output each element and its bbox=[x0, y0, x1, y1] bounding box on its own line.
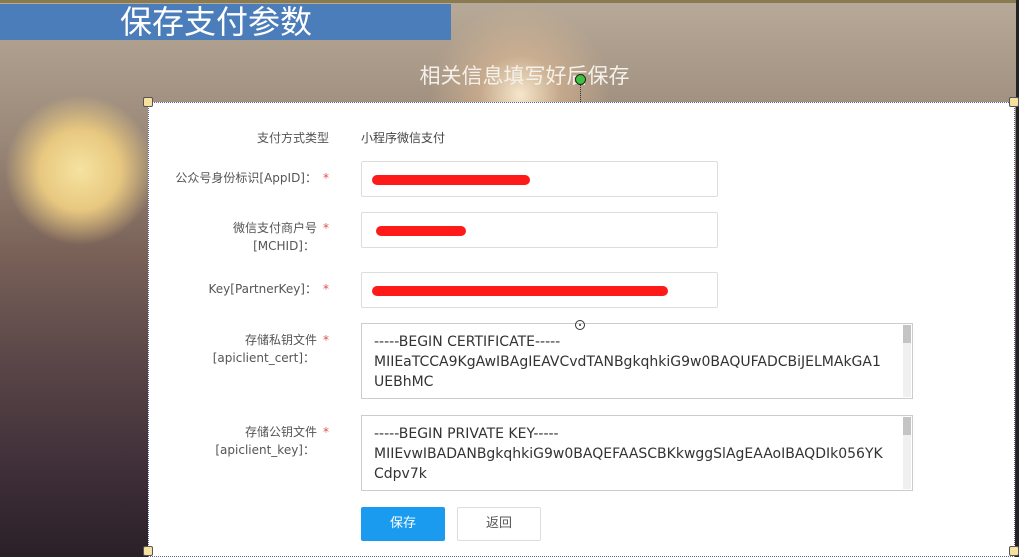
required-mark: * bbox=[323, 425, 329, 439]
back-button[interactable]: 返回 bbox=[457, 507, 541, 541]
cert-line-2: MIIEaTCCA9KgAwIBAgIEAVCvdTANBgkqhkiG9w0B… bbox=[374, 354, 881, 370]
key-label: 存储公钥文件 * [apiclient_key]： bbox=[215, 425, 329, 457]
key-scrollbar[interactable] bbox=[903, 417, 911, 489]
slide-title: 保存支付参数 bbox=[0, 4, 451, 40]
resize-handle-bottom-left[interactable] bbox=[143, 546, 153, 556]
mchid-label: 微信支付商户号 * [MCHID]： bbox=[232, 221, 329, 253]
resize-handle-bottom-right[interactable] bbox=[1009, 546, 1019, 556]
rotate-handle[interactable] bbox=[575, 74, 586, 85]
cert-line-3: UEBhMC bbox=[374, 374, 434, 390]
appid-input[interactable] bbox=[361, 161, 718, 197]
resize-handle-top-right[interactable] bbox=[1009, 97, 1019, 107]
redaction-mark bbox=[372, 286, 668, 296]
appid-label: 公众号身份标识[AppID]： * bbox=[175, 171, 329, 185]
redaction-mark bbox=[376, 226, 466, 236]
scroll-thumb[interactable] bbox=[903, 417, 911, 435]
partner-key-label: Key[PartnerKey]： * bbox=[208, 282, 330, 296]
key-textarea[interactable]: -----BEGIN PRIVATE KEY----- MIIEvwIBADAN… bbox=[361, 415, 913, 491]
cert-textarea[interactable]: -----BEGIN CERTIFICATE----- MIIEaTCCA9Kg… bbox=[361, 323, 913, 399]
required-mark: * bbox=[323, 333, 329, 347]
key-line-1: -----BEGIN PRIVATE KEY----- bbox=[374, 426, 559, 442]
required-mark: * bbox=[323, 282, 329, 296]
scroll-thumb[interactable] bbox=[903, 325, 911, 343]
mchid-input[interactable] bbox=[361, 212, 718, 248]
rotation-connector bbox=[580, 82, 581, 102]
save-button[interactable]: 保存 bbox=[361, 507, 445, 541]
redaction-mark bbox=[372, 175, 530, 185]
payment-type-label: 支付方式类型 bbox=[256, 131, 329, 145]
payment-type-value: 小程序微信支付 bbox=[361, 131, 446, 145]
partner-key-input[interactable] bbox=[361, 272, 718, 308]
resize-handle-top-left[interactable] bbox=[143, 97, 153, 107]
required-mark: * bbox=[323, 221, 329, 235]
cert-line-1: -----BEGIN CERTIFICATE----- bbox=[374, 334, 561, 350]
key-line-2: MIIEvwIBADANBgkqhkiG9w0BAQEFAASCBKkwggSl… bbox=[374, 446, 883, 462]
cert-label: 存储私钥文件 * [apiclient_cert]： bbox=[212, 333, 329, 365]
cert-scrollbar[interactable] bbox=[903, 325, 911, 397]
mouse-cursor-icon bbox=[575, 320, 585, 330]
key-line-3: Cdpv7k bbox=[374, 466, 427, 482]
required-mark: * bbox=[323, 171, 329, 185]
slide-subtitle: 相关信息填写好后保存 bbox=[419, 64, 630, 88]
